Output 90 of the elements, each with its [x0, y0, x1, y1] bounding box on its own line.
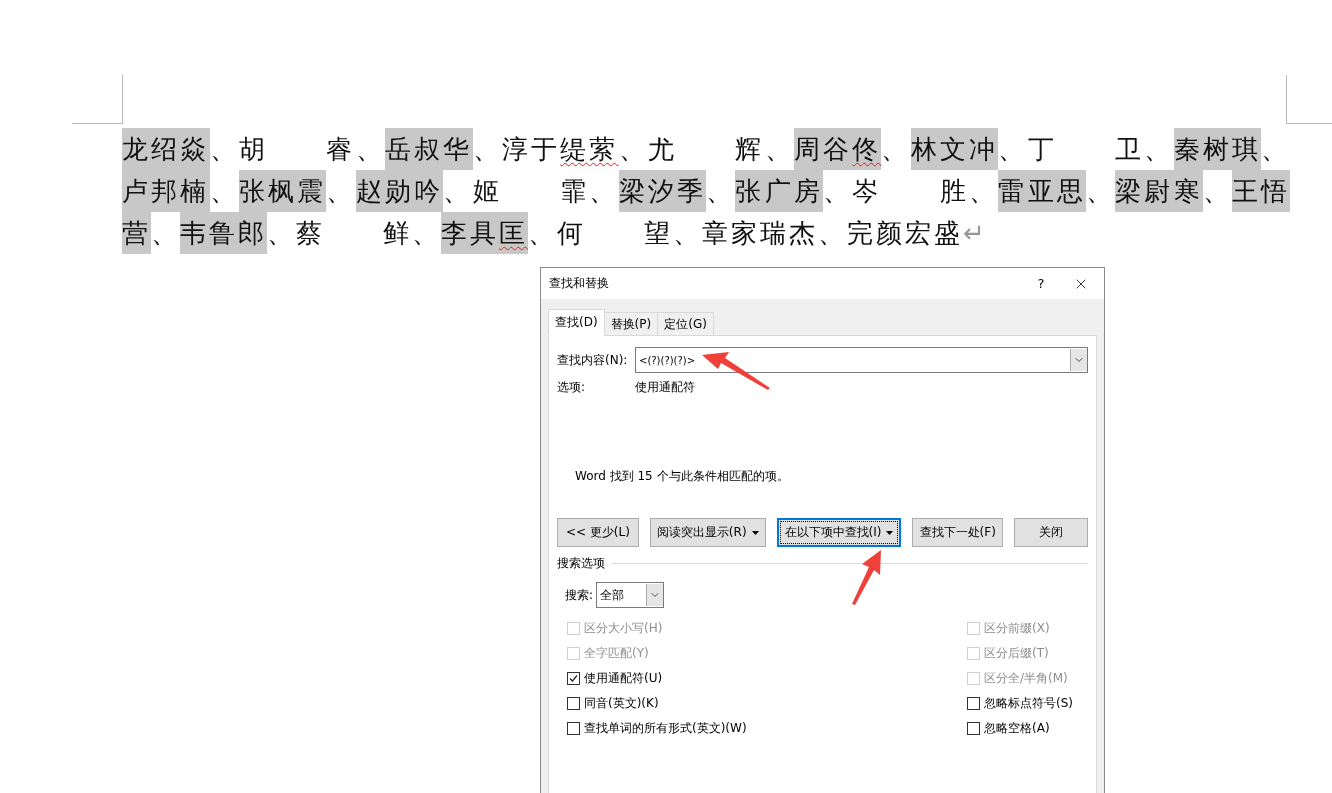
- person-name: 林文冲: [910, 128, 999, 170]
- dialog-title: 查找和替换: [549, 275, 610, 292]
- separator: 、: [151, 218, 180, 248]
- person-name: 卢邦楠: [122, 170, 210, 212]
- checkbox-label: 忽略标点符号(S): [984, 695, 1073, 712]
- separator: 、: [764, 134, 794, 164]
- checkbox[interactable]: [567, 722, 580, 735]
- options-label: 选项:: [557, 379, 587, 396]
- checkbox-label: 同音(英文)(K): [584, 695, 659, 712]
- separator: 、: [412, 218, 441, 248]
- find-field[interactable]: <(?)(?)(?)>: [635, 347, 1088, 373]
- separator: 、: [326, 176, 356, 206]
- checkbox-label: 区分大小写(H): [584, 620, 663, 637]
- search-direction-select[interactable]: 全部: [596, 582, 665, 608]
- separator: 、: [998, 134, 1028, 164]
- checkbox[interactable]: [567, 697, 580, 710]
- person-name: 张枫震: [238, 170, 327, 212]
- person-name: 尤 辉: [647, 133, 765, 166]
- person-name: 蔡 鲜: [296, 217, 412, 250]
- caret-icon: [751, 530, 759, 535]
- result-message: Word 找到 15 个与此条件相匹配的项。: [575, 468, 790, 485]
- annotation-arrow: [702, 352, 770, 390]
- checkbox-label: 查找单词的所有形式(英文)(W): [584, 720, 747, 737]
- separator: 、: [472, 134, 502, 164]
- annotation-arrow: [852, 550, 881, 605]
- crop-mark: [1286, 75, 1332, 124]
- field-label: 查找内容(N):: [557, 351, 629, 369]
- separator: 、: [528, 218, 557, 248]
- person-name: 岳叔华: [384, 128, 473, 170]
- separator: 、: [355, 134, 385, 164]
- search-direction-label: 搜索:: [565, 586, 594, 604]
- separator: 、: [209, 176, 239, 206]
- person-name: 张广房: [735, 170, 824, 212]
- person-name: 丁 卫: [1027, 133, 1145, 166]
- separator: 、: [823, 176, 853, 206]
- person-name: 胡 睿: [238, 133, 356, 166]
- separator: 、: [1202, 176, 1232, 206]
- person-name: 赵勋吟: [355, 170, 444, 212]
- person-name: 岑 胜: [852, 175, 970, 208]
- separator: 、: [209, 134, 239, 164]
- separator: 、: [881, 134, 911, 164]
- check-icon: [569, 674, 578, 683]
- person-name: 完颜宏盛: [847, 217, 963, 250]
- help-button[interactable]: ?: [1024, 276, 1058, 291]
- person-name: 章家瑞杰: [702, 217, 818, 250]
- group-title: 搜索选项: [557, 555, 605, 572]
- separator: 、: [443, 176, 473, 206]
- person-name: 李具匡: [441, 212, 528, 254]
- tab[interactable]: 查找(D): [548, 309, 605, 336]
- dialog-button[interactable]: << 更少(L): [557, 518, 639, 547]
- checkbox[interactable]: [967, 697, 980, 710]
- checkbox-label: 忽略空格(A): [984, 720, 1050, 737]
- dialog-button[interactable]: 阅读突出显示(R): [649, 518, 766, 547]
- crop-mark: [72, 75, 123, 124]
- checkbox-label: 区分前缀(X): [984, 620, 1050, 637]
- checkbox-label: 全字匹配(Y): [584, 645, 649, 662]
- separator: 、: [818, 218, 847, 248]
- person-name: 韦鲁郎: [180, 212, 267, 254]
- options-value: 使用通配符: [635, 379, 695, 396]
- checkbox-label: 使用通配符(U): [584, 670, 663, 687]
- separator: 、: [618, 134, 648, 164]
- person-name: 周谷佟: [793, 128, 882, 170]
- dialog-button[interactable]: 在以下项中查找(I): [776, 518, 902, 547]
- person-name: 何 望: [557, 217, 673, 250]
- paragraph-mark: ↵: [963, 218, 985, 248]
- caret-icon: [886, 530, 894, 535]
- separator: 、: [1144, 134, 1174, 164]
- person-name: 梁尉寒: [1115, 170, 1203, 212]
- dialog-button[interactable]: 关闭: [1014, 518, 1088, 547]
- checkbox[interactable]: [567, 672, 580, 685]
- person-name: 秦树琪: [1173, 128, 1262, 170]
- checkbox-label: 区分全/半角(M): [984, 670, 1068, 687]
- separator: 、: [673, 218, 702, 248]
- checkbox-label: 区分后缀(T): [984, 645, 1049, 662]
- person-name: 淳于缇萦: [501, 133, 619, 166]
- person-name: 姬 霏: [472, 175, 590, 208]
- checkbox[interactable]: [967, 722, 980, 735]
- dialog-button[interactable]: 查找下一处(F): [912, 518, 1004, 547]
- separator: 、: [589, 176, 619, 206]
- person-name: 梁汐季: [618, 170, 707, 212]
- person-name: 雷亚思: [998, 170, 1086, 212]
- tab[interactable]: 定位(G): [657, 312, 714, 336]
- separator: 、: [267, 218, 296, 248]
- person-name: 龙绍焱: [122, 128, 210, 170]
- separator: 、: [1261, 134, 1291, 164]
- separator: 、: [706, 176, 736, 206]
- dropdown-button[interactable]: [646, 584, 664, 606]
- separator: 、: [1085, 176, 1116, 206]
- separator: 、: [969, 176, 999, 206]
- dropdown-button[interactable]: [1070, 349, 1087, 371]
